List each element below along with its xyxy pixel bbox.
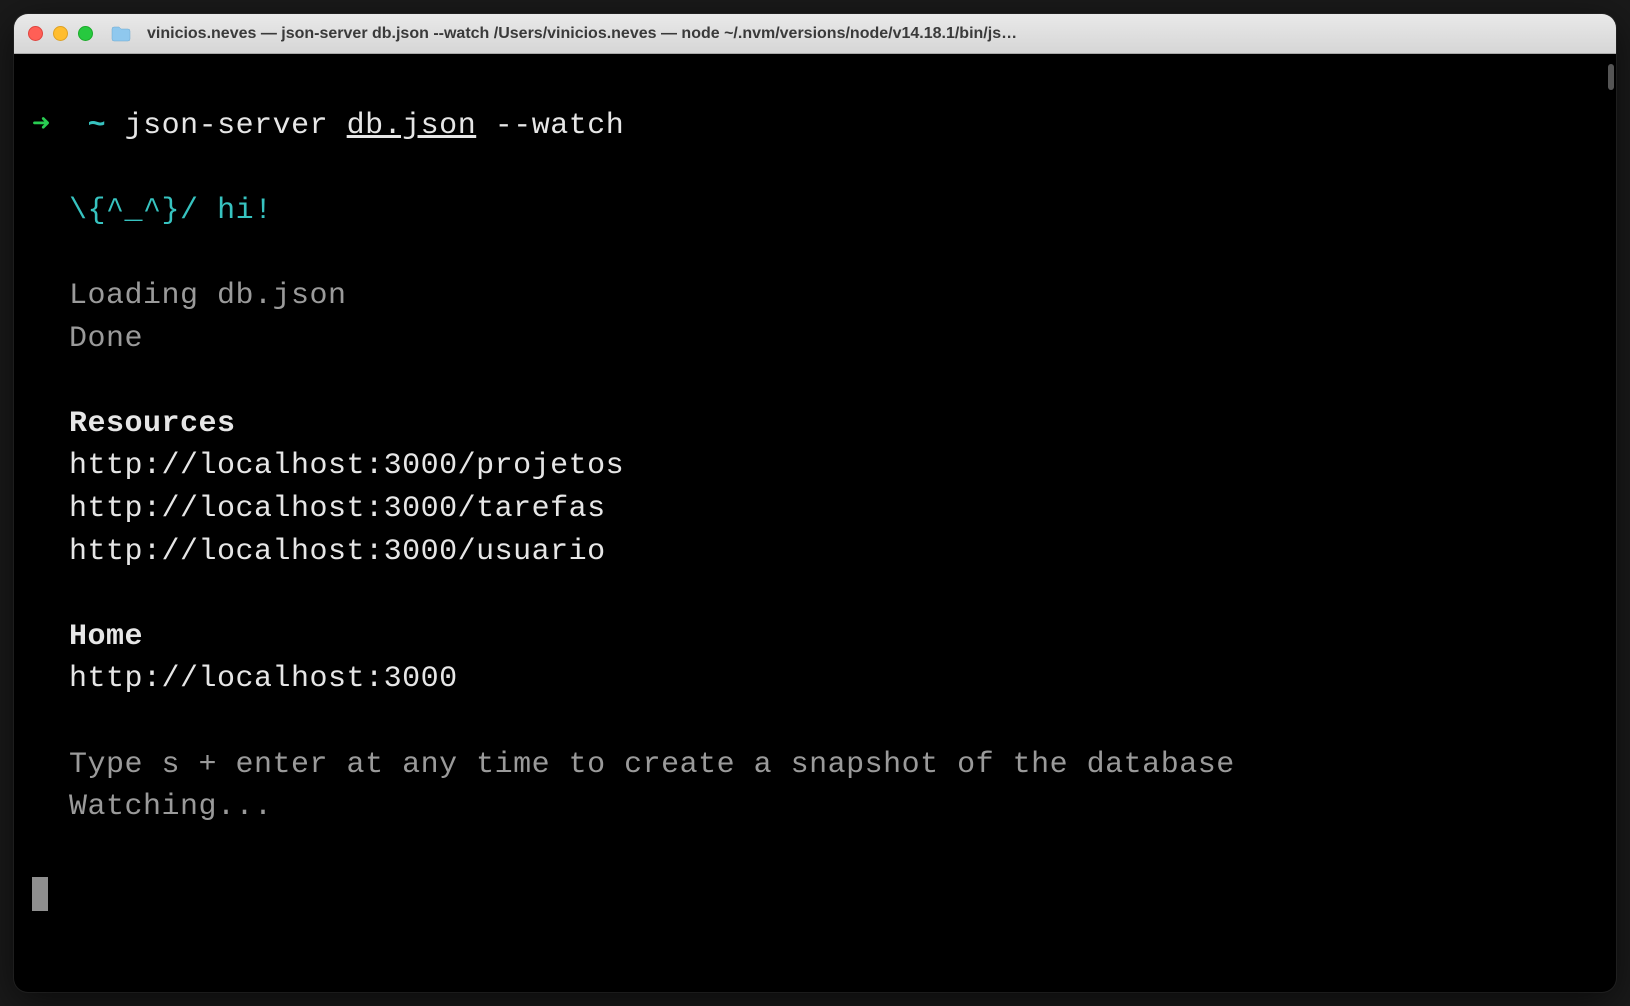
watching-text: Watching...: [69, 790, 273, 824]
window-titlebar[interactable]: vinicios.neves — json-server db.json --w…: [14, 14, 1616, 54]
home-header: Home: [69, 620, 143, 654]
resources-header: Resources: [69, 407, 236, 441]
terminal-body[interactable]: ➜ ~ json-server db.json --watch \{^_^}/ …: [14, 54, 1616, 992]
window-controls: [28, 26, 93, 41]
minimize-button[interactable]: [53, 26, 68, 41]
resource-url: http://localhost:3000/tarefas: [69, 492, 606, 526]
maximize-button[interactable]: [78, 26, 93, 41]
snapshot-hint: Type s + enter at any time to create a s…: [69, 748, 1235, 782]
terminal-window: vinicios.neves — json-server db.json --w…: [14, 14, 1616, 992]
terminal-cursor: [32, 877, 48, 911]
command-arg-file: db.json: [347, 109, 477, 143]
home-url: http://localhost:3000: [69, 662, 458, 696]
folder-icon: [111, 26, 131, 42]
resource-url: http://localhost:3000/projetos: [69, 449, 624, 483]
hi-face: \{^_^}/: [69, 194, 199, 228]
prompt-path: ~: [88, 109, 107, 143]
loading-text: Loading db.json: [69, 279, 347, 313]
prompt-arrow-icon: ➜: [32, 109, 51, 143]
resource-url: http://localhost:3000/usuario: [69, 535, 606, 569]
done-text: Done: [69, 322, 143, 356]
scrollbar-thumb[interactable]: [1608, 64, 1614, 90]
hi-text: hi!: [217, 194, 273, 228]
command-flag: --watch: [495, 109, 625, 143]
window-title: vinicios.neves — json-server db.json --w…: [147, 25, 1602, 43]
command-binary: json-server: [125, 109, 329, 143]
close-button[interactable]: [28, 26, 43, 41]
